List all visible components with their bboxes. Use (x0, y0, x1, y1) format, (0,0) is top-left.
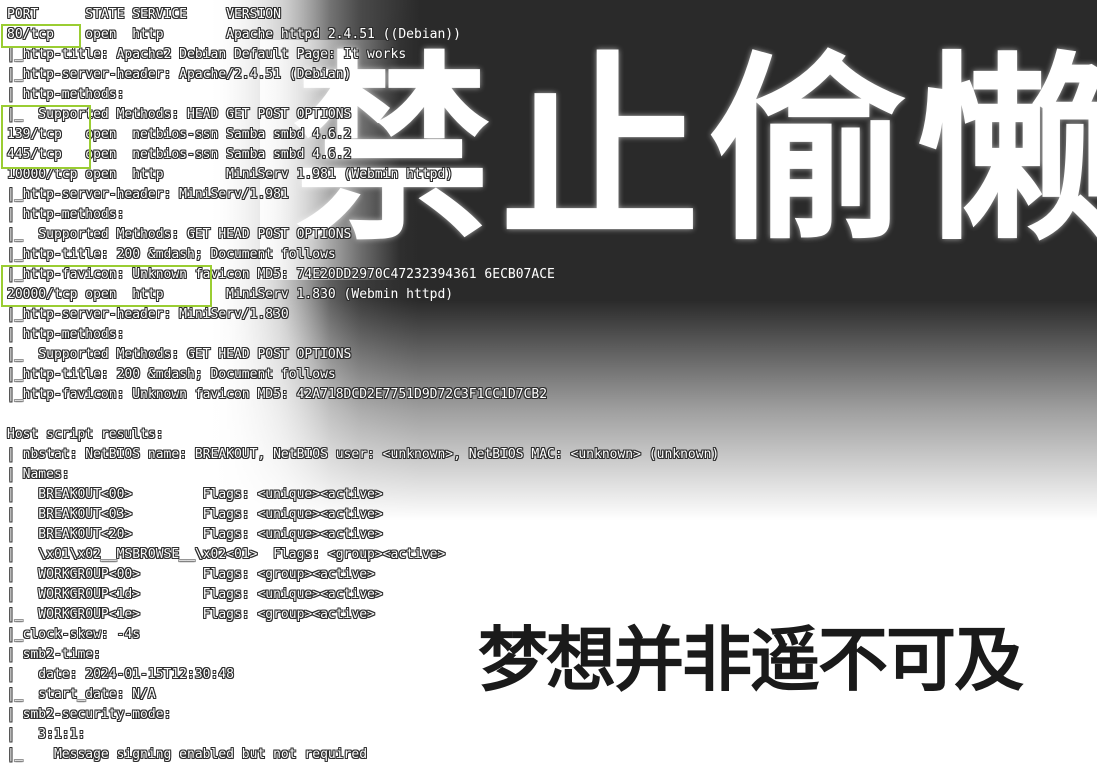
highlight-box-ports-139-445 (1, 105, 91, 169)
terminal-line: 139/tcp open netbios-ssn Samba smbd 4.6.… (7, 127, 352, 142)
terminal-line: | Names: (7, 467, 70, 482)
terminal-line: |_http-server-header: MiniServ/1.981 (7, 187, 289, 202)
terminal-line: |_ WORKGROUP<1e> Flags: <group><active> (7, 607, 375, 622)
terminal-line: | http-methods: (7, 327, 125, 342)
terminal-line: |_ Supported Methods: HEAD GET POST OPTI… (7, 107, 352, 122)
terminal-line: | date: 2024-01-15T12:30:48 (7, 667, 234, 682)
terminal-line: | http-methods: (7, 207, 125, 222)
terminal-line: PORT STATE SERVICE VERSION (7, 7, 281, 22)
terminal-line: |_http-title: 200 &mdash; Document follo… (7, 247, 336, 262)
highlight-box-port-20000 (1, 265, 212, 307)
terminal-line: | 3:1:1: (7, 727, 86, 742)
terminal-output[interactable]: PORT STATE SERVICE VERSION 80/tcp open h… (7, 5, 1092, 775)
terminal-line: |_ Supported Methods: GET HEAD POST OPTI… (7, 347, 352, 362)
terminal-line: | WORKGROUP<00> Flags: <group><active> (7, 567, 375, 582)
terminal-line: | smb2-time: (7, 647, 101, 662)
terminal-line: | BREAKOUT<20> Flags: <unique><active> (7, 527, 383, 542)
terminal-line: | \x01\x02__MSBROWSE__\x02<01> Flags: <g… (7, 547, 446, 562)
terminal-line: |_ start_date: N/A (7, 687, 156, 702)
terminal-line: |_ Message signing enabled but not requi… (7, 747, 368, 762)
highlight-box-port-80 (1, 24, 81, 48)
terminal-line: | WORKGROUP<1d> Flags: <unique><active> (7, 587, 383, 602)
terminal-line: |_http-title: Apache2 Debian Default Pag… (7, 47, 407, 62)
terminal-line: Host script results: (7, 427, 164, 442)
terminal-line: |_http-server-header: MiniServ/1.830 (7, 307, 289, 322)
terminal-line: 445/tcp open netbios-ssn Samba smbd 4.6.… (7, 147, 352, 162)
terminal-line: |_clock-skew: -4s (7, 627, 141, 642)
terminal-line: 10000/tcp open http MiniServ 1.981 (Webm… (7, 167, 454, 182)
terminal-line: | smb2-security-mode: (7, 707, 172, 722)
terminal-line: | nbstat: NetBIOS name: BREAKOUT, NetBIO… (7, 447, 720, 462)
terminal-line: |_http-favicon: Unknown favicon MD5: 42A… (7, 387, 548, 402)
terminal-line: | BREAKOUT<00> Flags: <unique><active> (7, 487, 383, 502)
terminal-line: | BREAKOUT<03> Flags: <unique><active> (7, 507, 383, 522)
terminal-line: |_http-title: 200 &mdash; Document follo… (7, 367, 336, 382)
terminal-line: |_http-server-header: Apache/2.4.51 (Deb… (7, 67, 352, 82)
terminal-line: | http-methods: (7, 87, 125, 102)
terminal-line: |_ Supported Methods: GET HEAD POST OPTI… (7, 227, 352, 242)
terminal-line: 80/tcp open http Apache httpd 2.4.51 ((D… (7, 27, 461, 42)
